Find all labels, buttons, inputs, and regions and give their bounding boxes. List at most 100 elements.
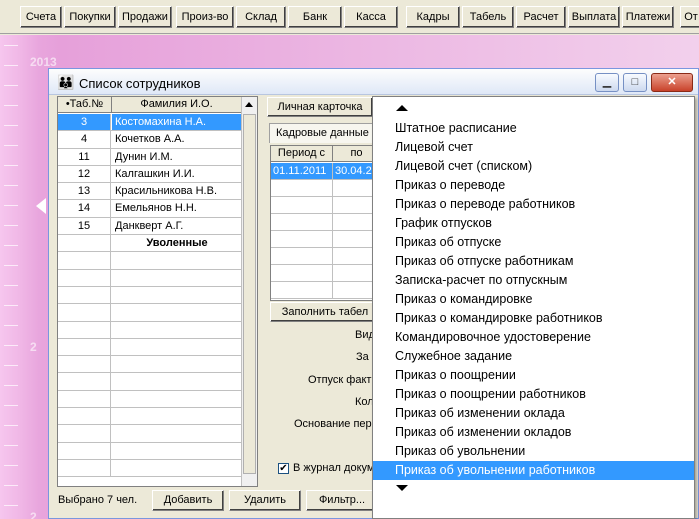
- cell-name: [112, 443, 242, 459]
- personal-card-button[interactable]: Личная карточка: [267, 97, 373, 117]
- table-row[interactable]: 15 Данкверт А.Г.: [58, 217, 242, 236]
- empty-row[interactable]: [58, 286, 242, 305]
- employee-table[interactable]: •Таб.№ Фамилия И.О. 3 Костомахина Н.А. 4 Ко…: [57, 96, 258, 487]
- toolbar-button-timesheet[interactable]: Табель: [462, 6, 514, 28]
- menu-item[interactable]: Приказ об увольнении работников: [373, 461, 694, 480]
- empty-row[interactable]: [58, 373, 242, 391]
- empty-row[interactable]: [58, 269, 242, 287]
- menu-scroll-down-icon[interactable]: [396, 485, 408, 491]
- close-button[interactable]: ✕: [651, 73, 693, 92]
- toolbar-button-purchases[interactable]: Покупки: [64, 6, 116, 28]
- cell-name: [112, 373, 242, 389]
- toolbar-button-payroll[interactable]: Расчет: [516, 6, 566, 28]
- empty-period-row[interactable]: [271, 197, 379, 214]
- empty-period-row[interactable]: [271, 265, 379, 282]
- column-header-period-from[interactable]: Период с: [271, 146, 333, 162]
- group-row[interactable]: Уволенные: [58, 235, 242, 253]
- column-header-name[interactable]: Фамилия И.О.: [112, 97, 242, 113]
- empty-period-row[interactable]: [271, 282, 379, 299]
- cell-tab-no: [58, 286, 111, 304]
- tab-hr-data[interactable]: Кадровые данные: [269, 123, 379, 143]
- cell-name: Калгашкин И.И.: [115, 167, 195, 180]
- menu-item[interactable]: Приказ об изменении оклада: [373, 404, 694, 423]
- empty-row[interactable]: [58, 304, 242, 322]
- calendar-ruler: 2013 2 2: [0, 35, 57, 519]
- empty-period-row[interactable]: [271, 180, 379, 197]
- table-row[interactable]: 14 Емельянов Н.Н.: [58, 200, 242, 218]
- toolbar-button-staff[interactable]: Кадры: [406, 6, 460, 28]
- empty-row[interactable]: [58, 321, 242, 339]
- field-label-basis: Основание пер: [294, 418, 372, 430]
- menu-item[interactable]: Лицевой счет (списком): [373, 157, 694, 176]
- main-toolbar: Счета Покупки Продажи Произ-во Склад Бан…: [0, 0, 699, 34]
- documents-popup-menu[interactable]: Штатное расписание Лицевой счет Лицевой сч…: [372, 96, 695, 519]
- empty-period-row[interactable]: [271, 231, 379, 248]
- fill-timesheet-button[interactable]: Заполнить табел: [270, 302, 380, 322]
- column-header-tab-no[interactable]: •Таб.№: [58, 97, 112, 113]
- menu-item[interactable]: Приказ об увольнении: [373, 442, 694, 461]
- vertical-scrollbar[interactable]: [241, 97, 257, 486]
- menu-item[interactable]: Приказ о переводе: [373, 176, 694, 195]
- cell-tab-no: 12: [58, 165, 111, 183]
- toolbar-button-bank[interactable]: Банк: [288, 6, 342, 28]
- period-row[interactable]: 01.11.2011 30.04.20: [271, 163, 379, 180]
- toolbar-button-payments[interactable]: Платежи: [622, 6, 674, 28]
- menu-item[interactable]: Лицевой счет: [373, 138, 694, 157]
- scrollbar-thumb[interactable]: [243, 114, 256, 474]
- table-row[interactable]: 4 Кочетков А.А.: [58, 131, 242, 149]
- period-table[interactable]: Период с по 01.11.2011 30.04.20: [270, 145, 380, 301]
- filter-button[interactable]: Фильтр...: [306, 490, 378, 511]
- cell-tab-no: 13: [58, 183, 111, 200]
- menu-item[interactable]: Командировочное удостоверение: [373, 328, 694, 347]
- menu-item[interactable]: Записка-расчет по отпускным: [373, 271, 694, 290]
- toolbar-button-production[interactable]: Произ-во: [176, 6, 234, 28]
- empty-period-row[interactable]: [271, 248, 379, 265]
- toolbar-button-warehouse[interactable]: Склад: [236, 6, 286, 28]
- empty-row[interactable]: [58, 356, 242, 374]
- toolbar-button-more[interactable]: От: [680, 6, 699, 28]
- table-row[interactable]: 3 Костомахина Н.А.: [58, 114, 242, 132]
- cell-tab-no: 15: [58, 217, 111, 235]
- cell-tab-no: [58, 459, 111, 477]
- maximize-button[interactable]: □: [623, 73, 647, 92]
- window-titlebar[interactable]: 👪 Список сотрудников ▁ □ ✕: [49, 69, 698, 95]
- menu-item[interactable]: Приказ о командировке: [373, 290, 694, 309]
- journal-checkbox[interactable]: ✔: [278, 463, 289, 474]
- table-row[interactable]: 13 Красильникова Н.В.: [58, 183, 242, 201]
- menu-item[interactable]: Приказ о переводе работников: [373, 195, 694, 214]
- empty-row[interactable]: [58, 425, 242, 443]
- menu-item[interactable]: Приказ об отпуске работникам: [373, 252, 694, 271]
- cell-period-from: [271, 197, 333, 213]
- ruler-marker-icon: [36, 198, 46, 214]
- menu-item[interactable]: Приказ о поощрении работников: [373, 385, 694, 404]
- toolbar-button-cash[interactable]: Касса: [344, 6, 398, 28]
- cell-tab-no: 11: [58, 148, 111, 165]
- table-row[interactable]: 11 Дунин И.М.: [58, 148, 242, 166]
- scroll-up-icon[interactable]: [245, 102, 253, 107]
- menu-scroll-up-icon[interactable]: [396, 105, 408, 111]
- empty-row[interactable]: [58, 338, 242, 357]
- add-button[interactable]: Добавить: [152, 490, 224, 511]
- employee-table-body: 3 Костомахина Н.А. 4 Кочетков А.А. 11 Дунин И…: [58, 114, 242, 478]
- empty-row[interactable]: [58, 252, 242, 270]
- minimize-button[interactable]: ▁: [595, 73, 619, 92]
- toolbar-button-accounts[interactable]: Счета: [20, 6, 62, 28]
- menu-item[interactable]: Приказ об отпуске: [373, 233, 694, 252]
- menu-item[interactable]: График отпусков: [373, 214, 694, 233]
- cell-tab-no: [58, 252, 111, 269]
- table-row[interactable]: 12 Калгашкин И.И.: [58, 165, 242, 184]
- delete-button[interactable]: Удалить: [229, 490, 301, 511]
- empty-row[interactable]: [58, 442, 242, 460]
- empty-period-row[interactable]: [271, 214, 379, 231]
- menu-item[interactable]: Приказ о поощрении: [373, 366, 694, 385]
- employee-table-header: •Таб.№ Фамилия И.О.: [58, 97, 242, 113]
- menu-item[interactable]: Штатное расписание: [373, 119, 694, 138]
- toolbar-button-payout[interactable]: Выплата: [568, 6, 620, 28]
- empty-row[interactable]: [58, 459, 242, 478]
- menu-item[interactable]: Приказ об изменении окладов: [373, 423, 694, 442]
- menu-item[interactable]: Приказ о командировке работников: [373, 309, 694, 328]
- empty-row[interactable]: [58, 408, 242, 426]
- empty-row[interactable]: [58, 390, 242, 409]
- menu-item[interactable]: Служебное задание: [373, 347, 694, 366]
- toolbar-button-sales[interactable]: Продажи: [118, 6, 172, 28]
